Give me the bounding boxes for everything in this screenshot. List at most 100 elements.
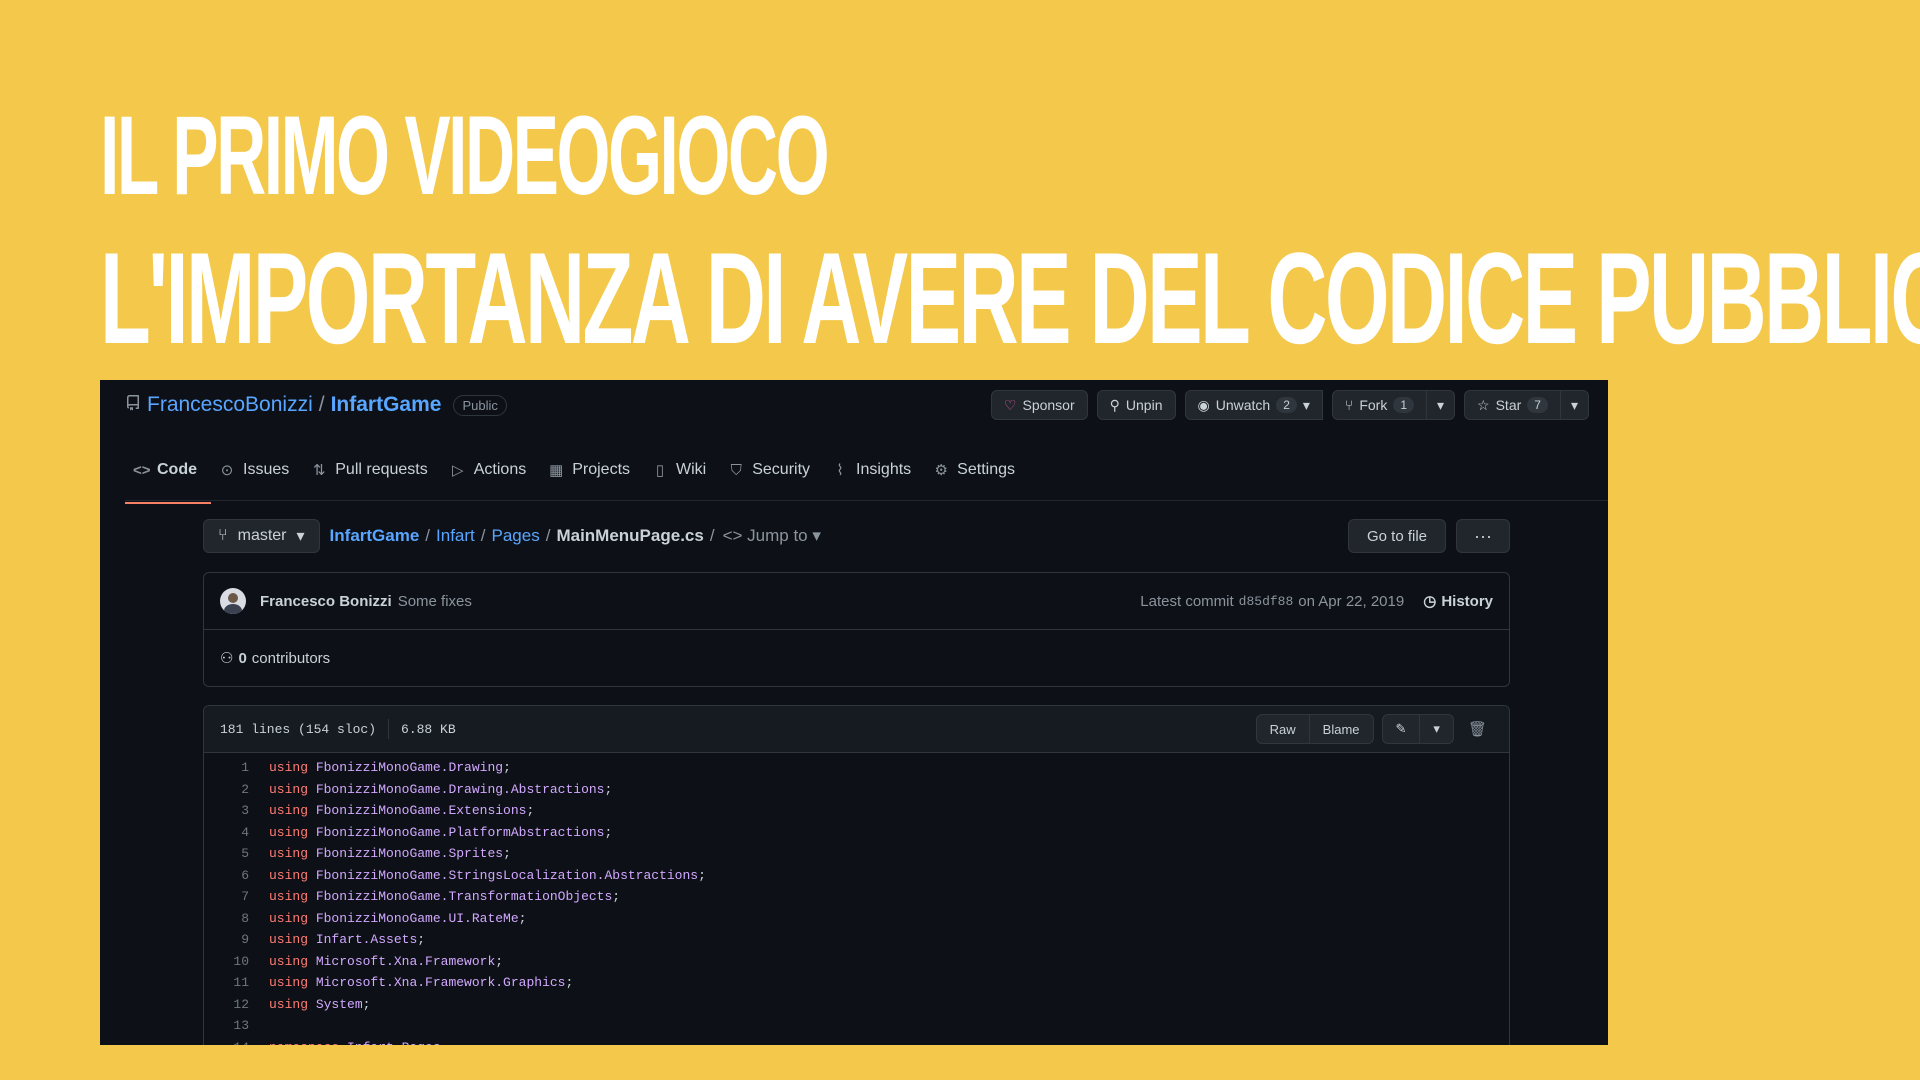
fork-dropdown-button[interactable]: ▾ xyxy=(1427,390,1456,420)
breadcrumb-repo-link[interactable]: InfartGame xyxy=(330,526,420,546)
fork-icon: ⑂ xyxy=(1344,397,1354,413)
code-keyword: using xyxy=(269,910,309,926)
contributors-row: ⚇ 0 contributors xyxy=(204,630,1509,686)
commit-meta: Latest commit d85df88 on Apr 22, 2019 ◷ … xyxy=(1140,592,1493,611)
line-number: 1 xyxy=(241,760,249,776)
code-punctuation: ; xyxy=(526,803,535,819)
breadcrumb-separator: / xyxy=(545,526,551,545)
breadcrumb-folder-link[interactable]: Pages xyxy=(492,526,540,546)
tab-issues[interactable]: ⊙ Issues xyxy=(211,452,303,502)
trash-icon[interactable]: 🗑 xyxy=(1462,720,1493,738)
code-line: 6 using FbonizziMonoGame.StringsLocalizat… xyxy=(204,865,1509,887)
line-number: 11 xyxy=(233,975,249,991)
commit-message[interactable]: Some fixes xyxy=(398,593,472,610)
visibility-badge: Public xyxy=(453,394,507,416)
tab-wiki[interactable]: ▯ Wiki xyxy=(644,452,720,502)
file-line-count: 181 lines (154 sloc) xyxy=(220,721,377,737)
tab-actions[interactable]: ▷ Actions xyxy=(442,452,540,502)
code-namespace: Microsoft.Xna.Framework.Graphics xyxy=(315,975,566,991)
edit-button[interactable]: ✎ xyxy=(1381,714,1421,744)
code-namespace: FbonizziMonoGame.Drawing xyxy=(315,760,504,776)
repo-name-link[interactable]: InfartGame xyxy=(331,393,442,417)
code-punctuation: ; xyxy=(417,932,426,948)
fork-button[interactable]: ⑂ Fork 1 xyxy=(1331,390,1427,420)
code-namespace: Infart.Pages xyxy=(347,1040,441,1045)
breadcrumb-folder-link[interactable]: Infart xyxy=(436,526,475,546)
more-options-button[interactable]: ··· xyxy=(1456,519,1510,553)
code-punctuation: ; xyxy=(565,975,574,991)
chevron-down-icon: ▾ xyxy=(812,526,821,545)
code-line: 3 using FbonizziMonoGame.Extensions; xyxy=(204,800,1509,822)
line-number: 6 xyxy=(241,867,249,883)
repo-path: FrancescoBonizzi / InfartGame Public xyxy=(125,393,507,417)
book-icon: ▯ xyxy=(655,462,665,479)
breadcrumb-separator: / xyxy=(709,526,715,545)
unwatch-button[interactable]: ◉ Unwatch 2 ▾ xyxy=(1184,390,1323,420)
edit-group: ✎ ▾ xyxy=(1381,714,1454,744)
tab-code[interactable]: <> Code xyxy=(125,452,211,504)
raw-button[interactable]: Raw xyxy=(1255,714,1310,744)
code-keyword: using xyxy=(269,781,309,797)
code-keyword: using xyxy=(269,824,309,840)
code-namespace: FbonizziMonoGame.PlatformAbstractions xyxy=(315,824,605,840)
code-keyword: using xyxy=(269,867,309,883)
code-line: 1 using FbonizziMonoGame.Drawing; xyxy=(204,757,1509,779)
code-punctuation: ; xyxy=(503,760,511,776)
history-link[interactable]: ◷ History xyxy=(1423,592,1493,611)
unpin-label: Unpin xyxy=(1125,397,1163,413)
repo-path-separator: / xyxy=(318,393,325,416)
fork-count: 1 xyxy=(1393,397,1414,413)
blame-button[interactable]: Blame xyxy=(1309,714,1374,744)
star-label: Star xyxy=(1495,397,1522,413)
tab-projects[interactable]: ▦ Projects xyxy=(540,452,644,502)
file-nav-actions: Go to file ··· xyxy=(1347,519,1510,553)
line-number: 13 xyxy=(233,1018,249,1034)
breadcrumb: InfartGame / Infart / Pages / MainMenuPa… xyxy=(330,526,715,546)
star-dropdown-button[interactable]: ▾ xyxy=(1560,390,1589,420)
code-namespace: FbonizziMonoGame.StringsLocalization.Abs… xyxy=(315,867,699,883)
star-group: ☆ Star 7 ▾ xyxy=(1464,390,1589,420)
tab-pull-requests[interactable]: ⇅ Pull requests xyxy=(303,452,442,502)
code-line: 7 using FbonizziMonoGame.TransformationOb… xyxy=(204,886,1509,908)
branch-name: master xyxy=(237,527,287,544)
commit-hash[interactable]: d85df88 xyxy=(1239,594,1294,609)
go-to-file-button[interactable]: Go to file xyxy=(1347,519,1446,553)
tab-insights[interactable]: ⌇ Insights xyxy=(824,452,925,502)
branch-select-button[interactable]: ⑂ master ▾ xyxy=(203,519,320,553)
code-line: 9 using Infart.Assets; xyxy=(204,929,1509,951)
edit-dropdown-button[interactable]: ▾ xyxy=(1420,714,1454,744)
repo-owner-link[interactable]: FrancescoBonizzi xyxy=(147,393,313,417)
raw-blame-group: Raw Blame xyxy=(1255,714,1374,744)
file-size: 6.88 KB xyxy=(401,721,456,737)
fork-label: Fork xyxy=(1359,397,1388,413)
code-keyword: using xyxy=(269,996,309,1012)
sponsor-button[interactable]: ♡ Sponsor xyxy=(990,390,1088,420)
code-keyword: using xyxy=(269,953,309,969)
code-keyword: using xyxy=(269,760,309,776)
code-namespace: Infart.Assets xyxy=(315,932,418,948)
unwatch-count: 2 xyxy=(1276,397,1297,413)
gear-icon: ⚙ xyxy=(934,462,948,479)
play-icon: ▷ xyxy=(451,462,464,479)
pencil-icon: ✎ xyxy=(1395,721,1407,736)
heart-icon: ♡ xyxy=(1003,396,1017,413)
tab-security[interactable]: ⛉ Security xyxy=(720,452,824,502)
line-number: 10 xyxy=(233,953,249,969)
chevron-down-icon: ▾ xyxy=(1570,396,1578,413)
jump-to-button[interactable]: <> Jump to ▾ xyxy=(723,526,821,546)
tab-settings[interactable]: ⚙ Settings xyxy=(925,452,1029,502)
unpin-button[interactable]: ⚲ Unpin xyxy=(1096,390,1176,420)
avatar[interactable] xyxy=(220,588,246,614)
table-icon: ▦ xyxy=(549,462,564,479)
commit-author[interactable]: Francesco Bonizzi xyxy=(260,593,392,610)
star-button[interactable]: ☆ Star 7 xyxy=(1464,390,1561,420)
line-number: 8 xyxy=(241,910,249,926)
code-punctuation: ; xyxy=(604,781,613,797)
breadcrumb-file-name: MainMenuPage.cs xyxy=(556,526,704,545)
